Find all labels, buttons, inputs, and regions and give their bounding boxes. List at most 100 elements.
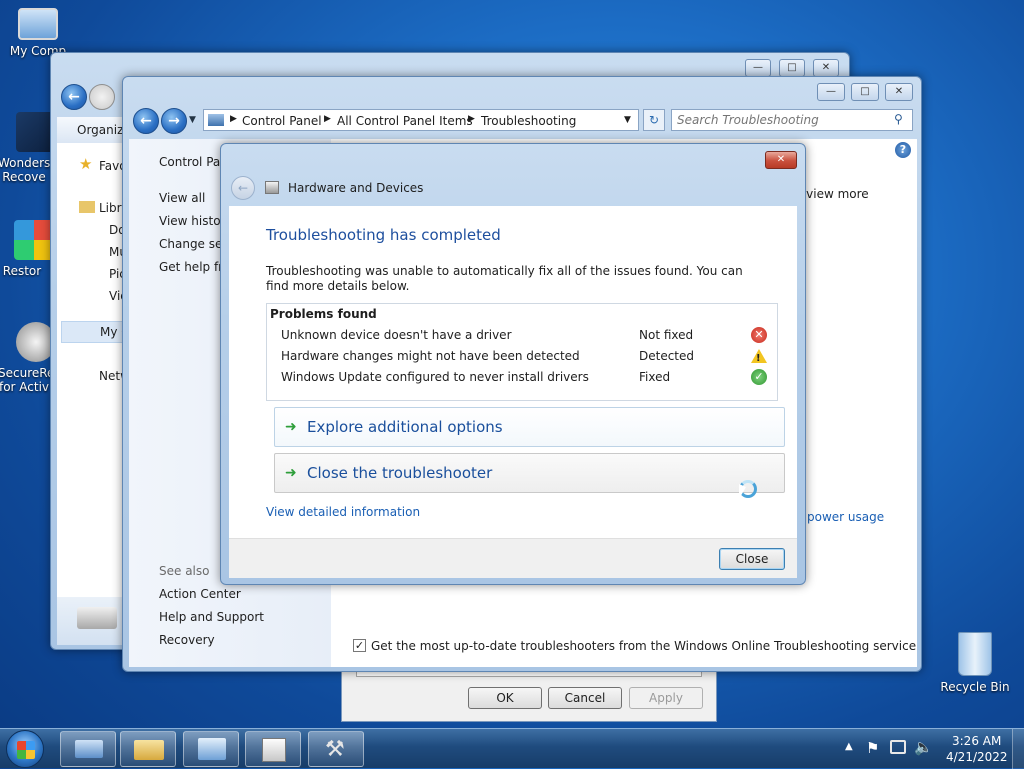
pointer-cursor-icon bbox=[739, 484, 746, 499]
window-app-icon bbox=[262, 738, 286, 762]
problems-found-title: Problems found bbox=[270, 307, 377, 321]
forward-button[interactable]: → bbox=[161, 108, 187, 134]
breadcrumb-separator: ▶ bbox=[468, 114, 475, 124]
view-all-link[interactable]: View all bbox=[159, 191, 205, 205]
ok-button[interactable]: OK bbox=[468, 687, 542, 709]
online-troubleshooting-label: Get the most up-to-date troubleshooters … bbox=[371, 639, 917, 653]
recycle-bin-icon bbox=[958, 632, 992, 676]
search-input[interactable] bbox=[672, 110, 882, 130]
problem-text: Windows Update configured to never insta… bbox=[281, 370, 589, 384]
desktop-icon-label: Recycle Bin bbox=[940, 680, 1010, 694]
taskbar: ⚒ ▲ ⚑ 🔈 3:26 AM 4/21/2022 bbox=[0, 728, 1024, 769]
star-icon: ★ bbox=[79, 155, 93, 173]
breadcrumb-all-items[interactable]: All Control Panel Items bbox=[337, 114, 473, 128]
view-detailed-info-link[interactable]: View detailed information bbox=[266, 505, 420, 519]
online-troubleshooting-checkbox[interactable]: ✓ bbox=[353, 639, 366, 652]
desktop-icon-label: Restor bbox=[2, 264, 42, 278]
desktop-icon-label: SecureRe for Activ bbox=[0, 366, 55, 394]
problem-row[interactable]: Hardware changes might not have been det… bbox=[281, 347, 771, 367]
windows-logo-icon bbox=[17, 741, 35, 759]
back-button[interactable]: ← bbox=[61, 84, 87, 110]
green-arrow-icon: ➜ bbox=[285, 419, 297, 435]
breadcrumb-separator: ▶ bbox=[230, 114, 237, 124]
recovery-link[interactable]: Recovery bbox=[159, 633, 215, 647]
explore-options-label: Explore additional options bbox=[307, 418, 503, 436]
desktop-icon-recycle-bin[interactable]: Recycle Bin bbox=[937, 632, 1013, 694]
see-also-heading: See also bbox=[159, 564, 210, 578]
check-icon: ✓ bbox=[751, 369, 767, 385]
taskbar-button-explorer[interactable] bbox=[120, 731, 176, 767]
action-center-flag-icon[interactable]: ⚑ bbox=[866, 739, 879, 757]
close-button[interactable]: ✕ bbox=[765, 151, 797, 169]
maximize-button[interactable]: □ bbox=[851, 83, 879, 101]
search-box[interactable]: ⚲ bbox=[671, 109, 913, 131]
explore-options-button[interactable]: ➜ Explore additional options bbox=[274, 407, 785, 447]
problem-row[interactable]: Windows Update configured to never insta… bbox=[281, 368, 771, 388]
completion-heading: Troubleshooting has completed bbox=[266, 226, 501, 244]
close-button[interactable]: ✕ bbox=[885, 83, 913, 101]
completion-description: Troubleshooting was unable to automatica… bbox=[266, 264, 743, 293]
breadcrumb-control-panel[interactable]: Control Panel bbox=[242, 114, 322, 128]
problem-row[interactable]: Unknown device doesn't have a driver Not… bbox=[281, 326, 771, 346]
minimize-button[interactable]: — bbox=[817, 83, 845, 101]
maximize-button[interactable]: □ bbox=[779, 59, 805, 77]
control-panel-home-link[interactable]: Control Pan bbox=[159, 155, 228, 169]
chevron-down-icon[interactable]: ▼ bbox=[624, 115, 631, 125]
clock-time[interactable]: 3:26 AM bbox=[952, 734, 1001, 748]
dialog-back-button[interactable]: ← bbox=[231, 176, 255, 200]
start-button[interactable] bbox=[6, 730, 44, 768]
search-icon[interactable]: ⚲ bbox=[894, 112, 903, 126]
taskbar-button-control-panel[interactable] bbox=[183, 731, 239, 767]
problem-status: Fixed bbox=[639, 370, 671, 384]
help-support-link[interactable]: Help and Support bbox=[159, 610, 264, 624]
action-center-link[interactable]: Action Center bbox=[159, 587, 241, 601]
problem-text: Hardware changes might not have been det… bbox=[281, 349, 580, 363]
close-dialog-button[interactable]: Close bbox=[719, 548, 785, 570]
dialog-title: Hardware and Devices bbox=[288, 181, 424, 195]
problem-text: Unknown device doesn't have a driver bbox=[281, 328, 512, 342]
back-button[interactable]: ← bbox=[133, 108, 159, 134]
minimize-button[interactable]: — bbox=[745, 59, 771, 77]
address-bar[interactable]: ▶ Control Panel ▶ All Control Panel Item… bbox=[203, 109, 639, 131]
problem-status: Not fixed bbox=[639, 328, 694, 342]
volume-icon[interactable]: 🔈 bbox=[914, 738, 933, 756]
hardware-devices-icon bbox=[265, 181, 279, 194]
warning-icon: ! bbox=[751, 349, 767, 364]
properties-dialog-behind: OK Cancel Apply bbox=[341, 664, 717, 722]
folder-icon bbox=[79, 201, 95, 213]
network-icon[interactable] bbox=[890, 740, 906, 754]
error-icon: ✕ bbox=[751, 327, 767, 343]
green-arrow-icon: ➜ bbox=[285, 465, 297, 481]
close-button[interactable]: ✕ bbox=[813, 59, 839, 77]
clock-date[interactable]: 4/21/2022 bbox=[946, 750, 1008, 764]
view-more-link-peek[interactable]: o view more bbox=[795, 187, 869, 201]
breadcrumb-troubleshooting[interactable]: Troubleshooting bbox=[481, 114, 576, 128]
troubleshooter-dialog: ✕ ← Hardware and Devices Troubleshooting… bbox=[220, 143, 806, 585]
show-hidden-icons-button[interactable]: ▲ bbox=[845, 741, 853, 752]
taskbar-button-keyboard-app[interactable] bbox=[60, 731, 116, 767]
breadcrumb-separator: ▶ bbox=[324, 114, 331, 124]
desktop-icon-label: Wonders Recove bbox=[0, 156, 51, 184]
forward-button[interactable] bbox=[89, 84, 115, 110]
cancel-button[interactable]: Cancel bbox=[548, 687, 622, 709]
show-desktop-button[interactable] bbox=[1012, 729, 1024, 769]
help-icon[interactable]: ? bbox=[895, 142, 911, 158]
restore-app-icon bbox=[14, 220, 54, 260]
recent-pages-dropdown[interactable]: ▼ bbox=[189, 115, 196, 125]
problem-status: Detected bbox=[639, 349, 695, 363]
drive-icon bbox=[77, 607, 117, 629]
taskbar-button-properties[interactable] bbox=[245, 731, 301, 767]
close-troubleshooter-button[interactable]: ➜ Close the troubleshooter bbox=[274, 453, 785, 499]
refresh-button[interactable]: ↻ bbox=[643, 109, 665, 131]
folder-icon bbox=[134, 740, 164, 760]
power-usage-link-peek[interactable]: power usage bbox=[807, 510, 884, 524]
computer-icon bbox=[18, 8, 58, 40]
dialog-footer: Close bbox=[229, 538, 797, 578]
taskbar-button-troubleshooter[interactable]: ⚒ bbox=[308, 731, 364, 767]
control-panel-icon bbox=[198, 738, 226, 760]
problems-found-box: Problems found Unknown device doesn't ha… bbox=[266, 303, 778, 401]
desktop-icon-computer[interactable]: My Comp bbox=[0, 8, 76, 58]
apply-button: Apply bbox=[629, 687, 703, 709]
keyboard-app-icon bbox=[75, 740, 103, 758]
close-troubleshooter-label: Close the troubleshooter bbox=[307, 464, 493, 482]
